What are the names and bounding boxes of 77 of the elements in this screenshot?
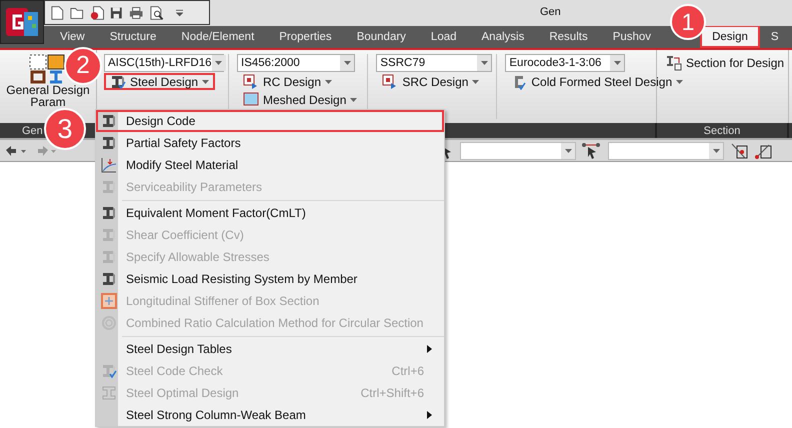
customize-icon[interactable] <box>176 8 184 16</box>
design-menu-button[interactable]: SRC Design <box>376 73 486 90</box>
i-beam-icon <box>101 227 117 243</box>
ribbon-tab[interactable]: Boundary <box>354 25 408 48</box>
print-icon[interactable] <box>129 6 144 20</box>
design-menu-button[interactable]: Meshed Design <box>237 91 364 108</box>
dropdown-arrow-icon <box>215 61 222 65</box>
button-label[interactable]: General Design <box>6 84 90 96</box>
design-menu-button[interactable]: Steel Design <box>104 73 216 90</box>
undo-icon[interactable] <box>4 144 28 156</box>
menu-item[interactable]: Partial Safety Factors <box>96 132 444 154</box>
button-label[interactable]: Param <box>30 96 66 108</box>
ribbon-tab[interactable]: View <box>58 25 87 48</box>
menu-item[interactable]: Design Code <box>96 110 444 132</box>
ribbon-tab[interactable]: Pushov <box>610 25 654 48</box>
menu-item[interactable]: Seismic Load Resisting System by Member <box>96 268 444 290</box>
ribbon-tab[interactable]: Properties <box>277 25 334 48</box>
dropdown-arrow-icon <box>614 61 621 65</box>
submenu-arrow-icon <box>427 345 432 353</box>
caret-icon <box>325 80 332 84</box>
menu-item[interactable]: Modify Steel Material <box>96 154 444 176</box>
file-info-icon[interactable] <box>90 4 104 20</box>
ribbon-tab[interactable]: Analysis <box>480 25 526 48</box>
node-link-icon[interactable] <box>730 142 748 160</box>
group-label: Section <box>704 124 740 136</box>
design-code-dropdown[interactable]: AISC(15th)-LRFD16 <box>104 54 224 72</box>
element-link-icon[interactable] <box>754 142 772 160</box>
design-code-dropdown[interactable]: Eurocode3-1-3:06 <box>505 54 626 72</box>
ribbon-tab[interactable]: Load <box>428 25 459 48</box>
i-beam-icon <box>101 113 117 129</box>
new-file-icon[interactable] <box>51 4 64 20</box>
frame-section-icon <box>101 385 117 401</box>
ribbon-tab[interactable]: Node/Element <box>179 25 256 48</box>
group-label: Gen <box>22 124 43 136</box>
section-design-icon <box>243 74 259 90</box>
node-select-field[interactable] <box>460 142 576 160</box>
mesh-icon <box>243 92 259 108</box>
i-beam-icon <box>101 271 117 287</box>
design-code-dropdown[interactable]: SSRC79 <box>376 54 492 72</box>
section-icon <box>666 54 682 70</box>
caret-icon <box>350 98 358 102</box>
box-section-icon <box>101 293 117 309</box>
beam-check-icon <box>110 74 126 90</box>
i-beam-icon <box>101 249 117 265</box>
element-select-field[interactable] <box>608 142 724 160</box>
pipe-section-icon <box>101 315 117 331</box>
section-design-icon <box>382 74 398 90</box>
menu-item[interactable]: Steel Strong Column-Weak Beam <box>96 404 444 426</box>
design-code-dropdown[interactable]: IS456:2000 <box>237 54 355 72</box>
section-for-design-button[interactable]: Section for Design <box>660 54 790 71</box>
i-beam-icon <box>101 179 117 195</box>
design-menu-button[interactable]: RC Design <box>237 73 338 90</box>
i-beam-icon <box>101 135 117 151</box>
caret-icon <box>676 80 684 84</box>
menu-item[interactable]: Equivalent Moment Factor(CmLT) <box>96 202 444 224</box>
caret-icon <box>472 80 480 84</box>
select-element-icon[interactable] <box>582 142 602 158</box>
app-logo[interactable] <box>0 0 44 44</box>
save-icon[interactable] <box>110 6 124 20</box>
stress-curve-icon <box>101 157 117 173</box>
i-beam-icon <box>101 205 117 221</box>
print-preview-icon[interactable] <box>150 4 164 20</box>
ribbon-tab[interactable]: Design <box>700 25 760 48</box>
open-folder-icon[interactable] <box>70 6 84 20</box>
ribbon-tab[interactable]: S <box>768 25 781 48</box>
dropdown-arrow-icon <box>344 61 350 65</box>
window-title: Gen <box>540 6 561 18</box>
dropdown-arrow-icon <box>712 148 720 152</box>
ribbon-tab[interactable]: Structure <box>108 25 158 48</box>
submenu-arrow-icon <box>427 411 432 419</box>
ribbon-tab[interactable]: Results <box>547 25 590 48</box>
menu-item[interactable]: Steel Design Tables <box>96 338 444 360</box>
dropdown-arrow-icon <box>564 148 572 152</box>
beam-check-icon <box>101 363 117 379</box>
dropdown-arrow-icon <box>480 61 488 65</box>
design-menu-button[interactable]: Cold Formed Steel Design <box>505 73 690 90</box>
caret-icon <box>202 80 210 84</box>
